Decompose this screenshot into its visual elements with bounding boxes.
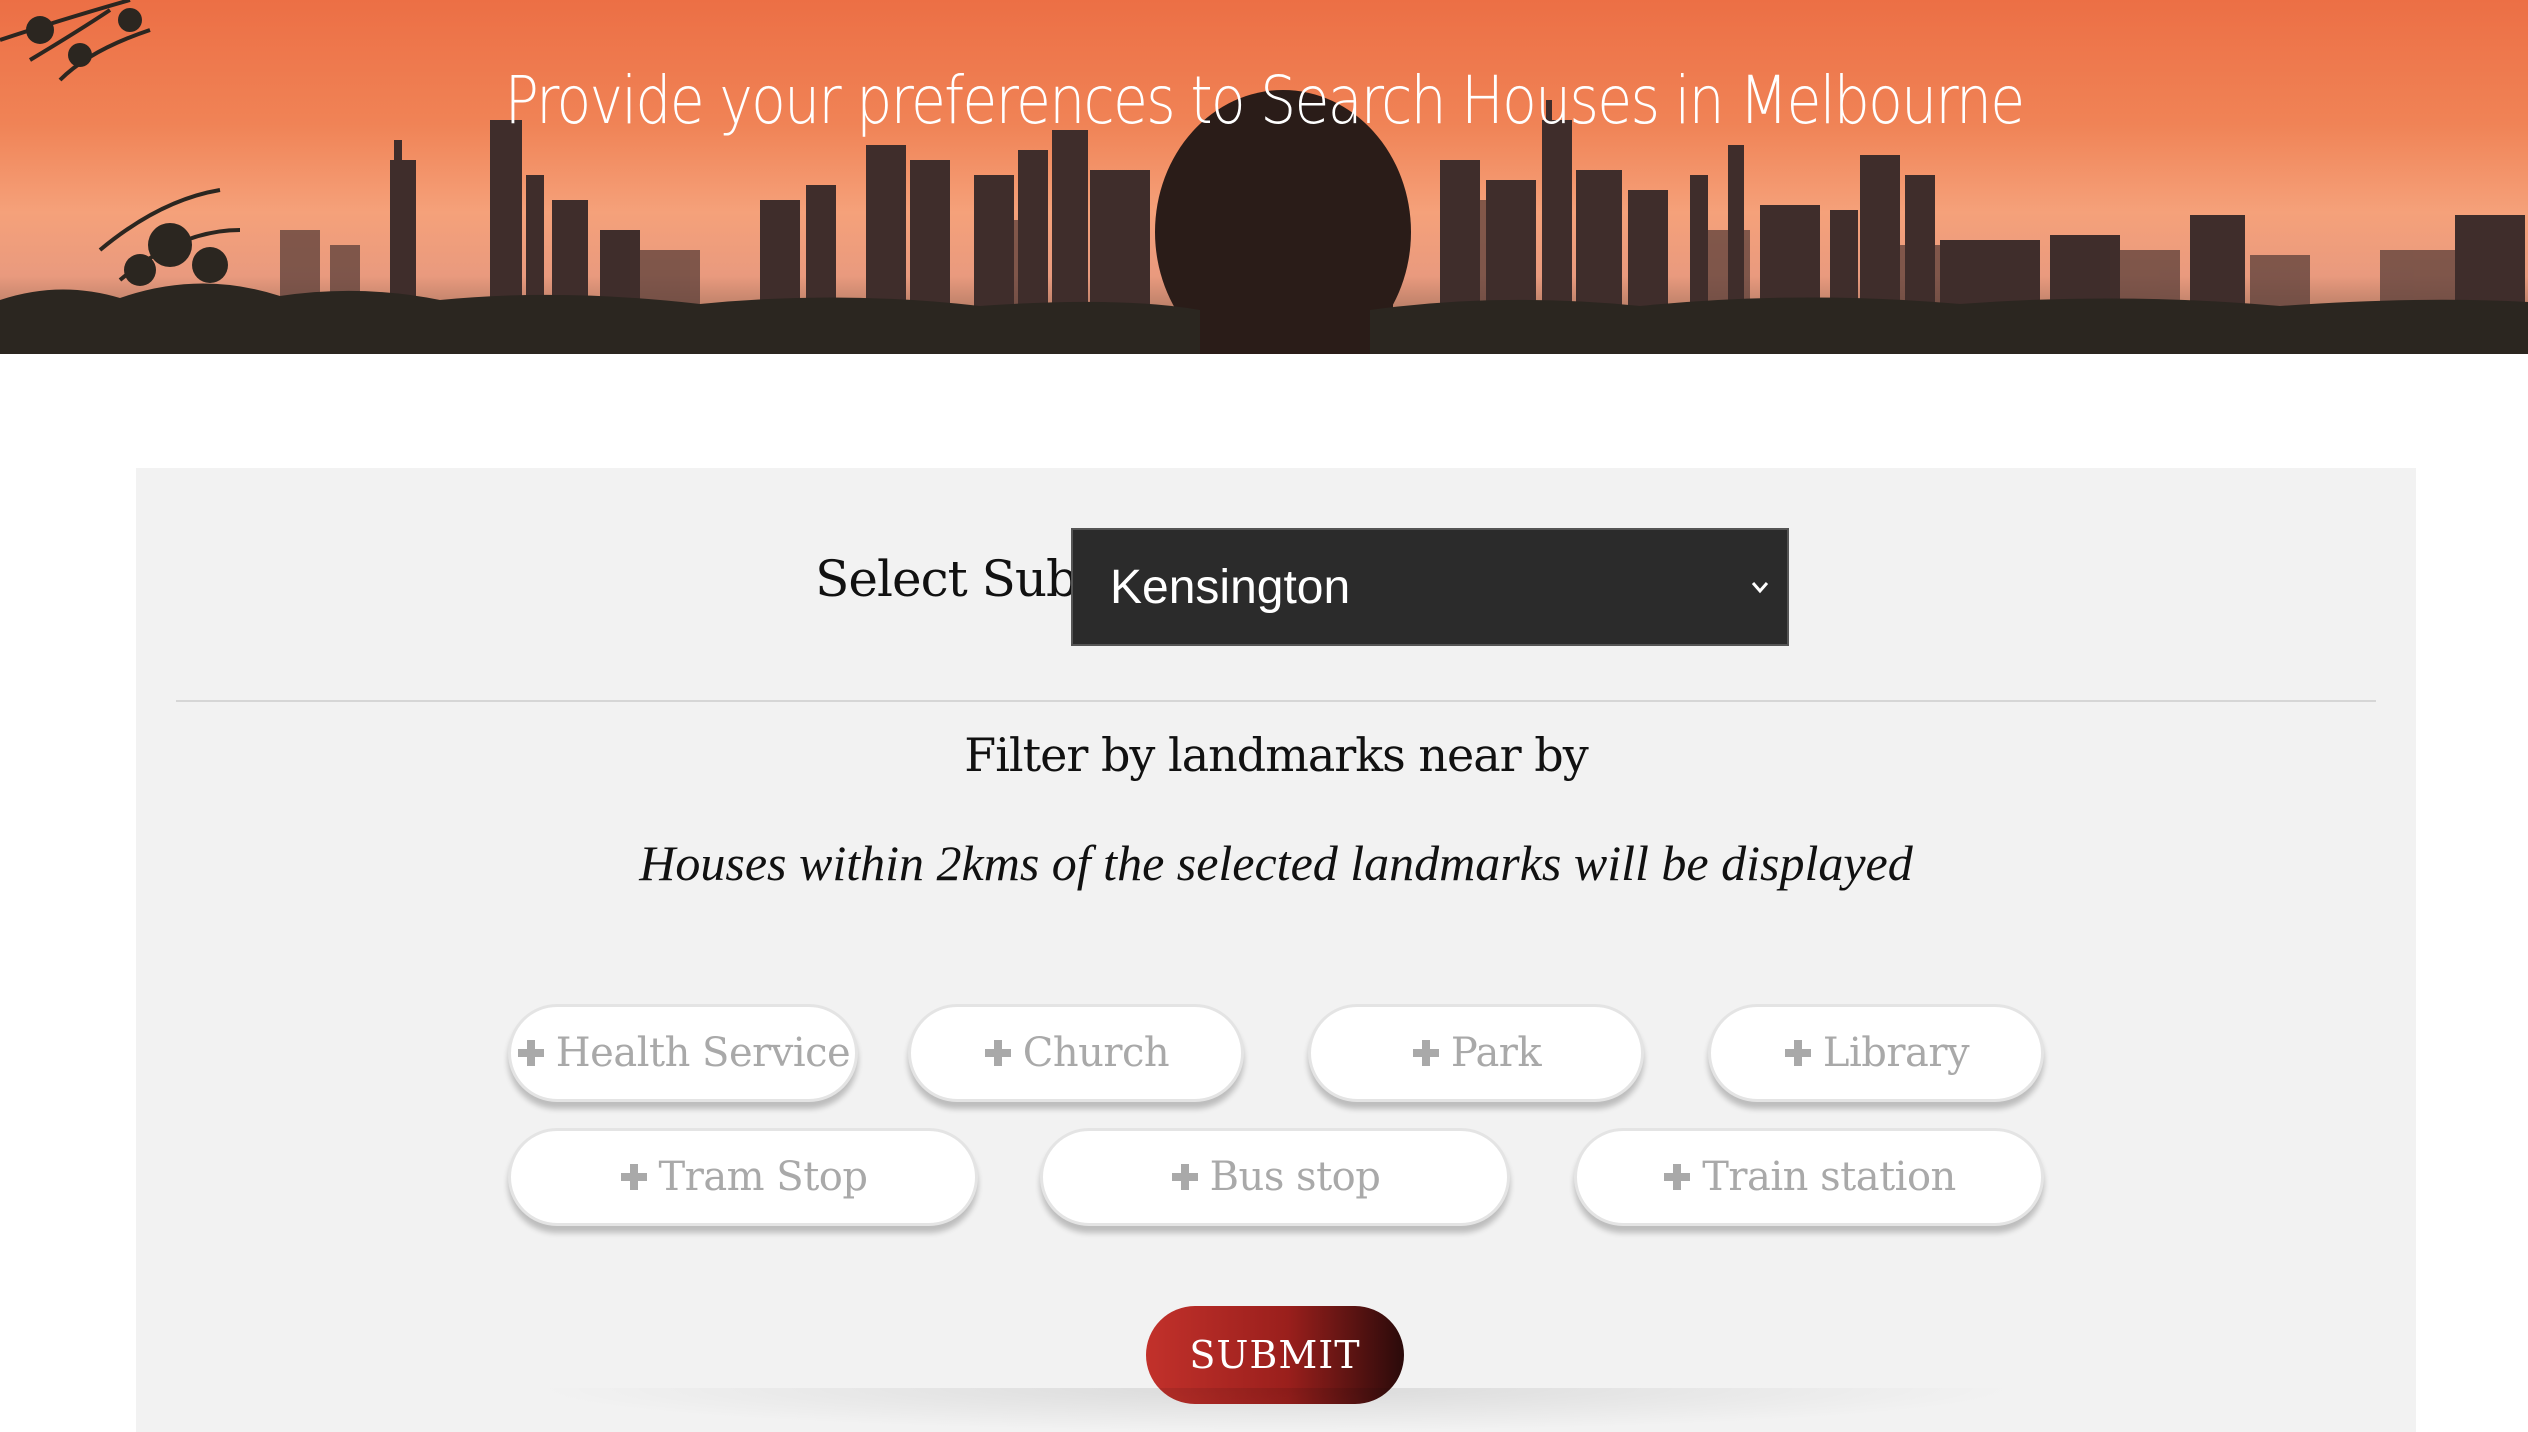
plus-icon <box>517 1040 544 1066</box>
filter-subtitle: Houses within 2kms of the selected landm… <box>639 835 1913 891</box>
page-title: Provide your preferences to Search House… <box>504 62 2026 139</box>
landmark-chip-library[interactable]: Library <box>1708 1004 2044 1102</box>
plus-icon <box>620 1164 647 1190</box>
city-skyline-image <box>0 0 2528 354</box>
plus-icon <box>1412 1040 1439 1066</box>
landmark-chip-bus-stop[interactable]: Bus stop <box>1040 1128 1510 1226</box>
plus-icon <box>984 1040 1011 1066</box>
suburb-select[interactable]: Kensington <box>1071 528 1789 646</box>
landmark-chip-train-station[interactable]: Train station <box>1574 1128 2044 1226</box>
landmark-chip-label: Library <box>1822 1030 1970 1076</box>
hero-banner: Provide your preferences to Search House… <box>0 0 2528 354</box>
landmark-chip-label: Tram Stop <box>658 1154 868 1200</box>
landmark-chip-health-service[interactable]: Health Service <box>508 1004 858 1102</box>
landmark-chip-park[interactable]: Park <box>1308 1004 1644 1102</box>
search-form: Select Suburb: Kensington Filter by land… <box>136 468 2416 1432</box>
plus-icon <box>1664 1164 1691 1190</box>
suburb-selected-value: Kensington <box>1110 560 1351 614</box>
section-divider <box>176 700 2376 702</box>
filter-title: Filter by landmarks near by <box>964 728 1588 782</box>
landmark-chip-label: Bus stop <box>1209 1154 1381 1200</box>
card-shadow <box>526 1388 2026 1432</box>
landmark-chip-tram-stop[interactable]: Tram Stop <box>508 1128 978 1226</box>
landmark-chip-label: Health Service <box>555 1030 851 1076</box>
landmark-chip-church[interactable]: Church <box>908 1004 1244 1102</box>
plus-icon <box>1171 1164 1198 1190</box>
landmark-chip-label: Train station <box>1702 1154 1956 1200</box>
landmark-chip-label: Park <box>1450 1030 1542 1076</box>
plus-icon <box>1784 1040 1811 1066</box>
chevron-down-icon <box>1751 582 1769 594</box>
landmark-chip-label: Church <box>1022 1030 1170 1076</box>
